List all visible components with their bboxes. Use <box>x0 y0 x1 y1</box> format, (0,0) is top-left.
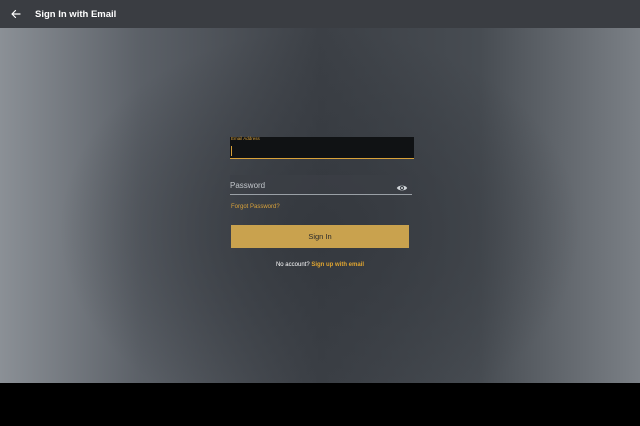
arrow-back-icon <box>11 9 21 19</box>
text-cursor <box>231 146 232 156</box>
back-button[interactable] <box>9 7 23 21</box>
sign-in-button[interactable]: Sign In <box>231 225 409 248</box>
no-account-text: No account? <box>275 262 310 268</box>
sign-in-screen: Sign In with Email Email Address Passwor… <box>0 0 640 383</box>
password-visibility-toggle[interactable] <box>396 180 408 191</box>
email-field[interactable]: Email Address <box>230 136 414 159</box>
eye-icon <box>396 185 408 191</box>
page-title: Sign In with Email <box>35 8 117 20</box>
app-bar: Sign In with Email <box>0 0 640 28</box>
sign-up-link[interactable]: Sign up with email <box>311 262 364 268</box>
password-field[interactable]: Password <box>230 175 412 195</box>
signup-prompt: No account? Sign up with email <box>231 262 409 268</box>
forgot-password-link[interactable]: Forgot Password? <box>231 204 280 210</box>
email-field-label: Email Address <box>231 136 260 141</box>
password-placeholder: Password <box>230 181 266 190</box>
